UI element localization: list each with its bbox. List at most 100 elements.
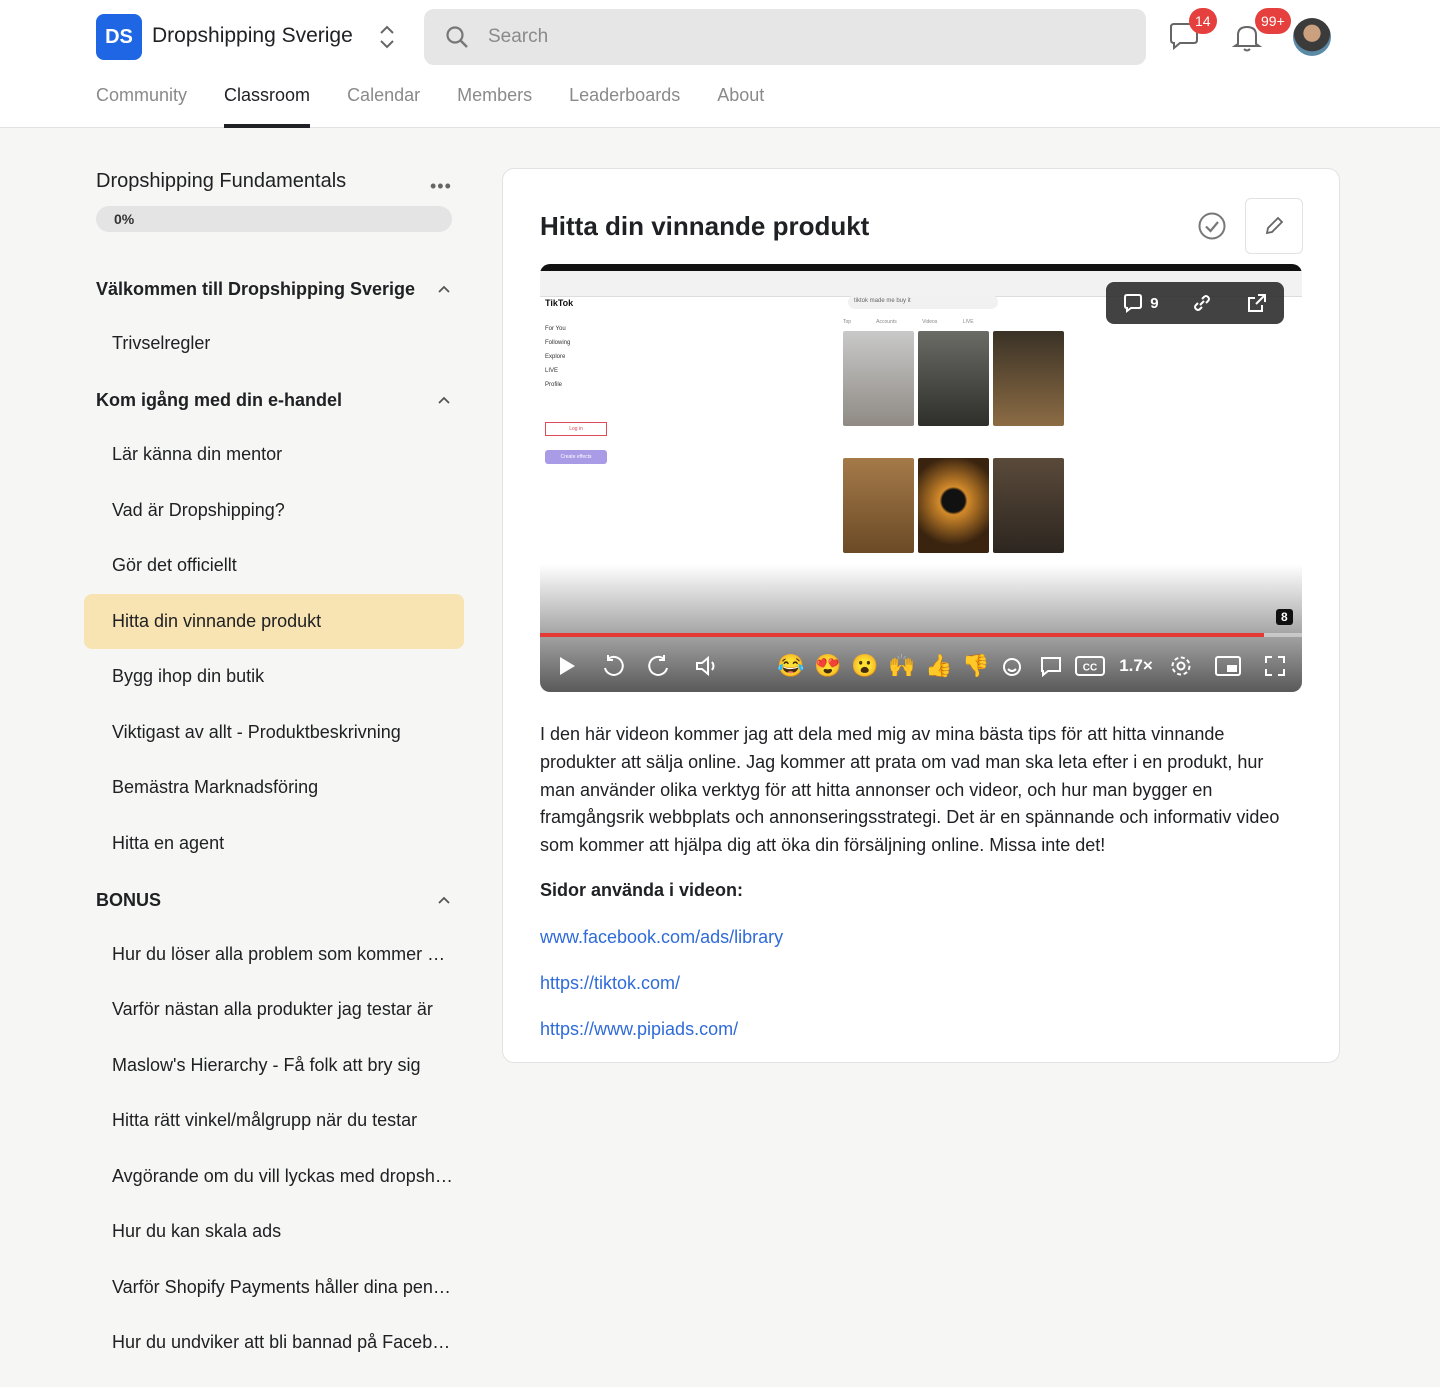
tab-classroom[interactable]: Classroom xyxy=(224,80,311,128)
user-avatar[interactable] xyxy=(1293,18,1331,56)
volume-button[interactable] xyxy=(692,648,722,684)
video-top-strip xyxy=(540,264,1302,271)
lesson-item[interactable]: Bygg ihop din butik xyxy=(84,649,464,704)
edit-button[interactable] xyxy=(1245,198,1303,254)
play-button[interactable] xyxy=(552,648,582,684)
resource-link[interactable]: https://www.pipiads.com/ xyxy=(540,1019,738,1040)
link-icon[interactable] xyxy=(1191,292,1213,314)
course-progress-label: 0% xyxy=(114,211,135,227)
comment-icon xyxy=(1041,657,1061,678)
lesson-title: Hitta din vinnande produkt xyxy=(540,211,870,241)
comment-count: 9 xyxy=(1150,294,1159,312)
lesson-item[interactable]: Hur du undviker att bli bannad på Facebo… xyxy=(84,1315,464,1370)
lesson-item[interactable]: Varför nästan alla produkter jag testar … xyxy=(84,982,464,1037)
video-thumbnail xyxy=(918,331,989,426)
chevron-up-icon[interactable] xyxy=(436,392,452,408)
lesson-item-active[interactable]: Hitta din vinnande produkt xyxy=(84,594,464,649)
cc-icon: CC xyxy=(1075,656,1105,676)
video-seek-progress xyxy=(540,633,1264,637)
group-switcher-icon[interactable] xyxy=(376,22,398,52)
tab-about[interactable]: About xyxy=(717,80,764,128)
tab-leaderboards[interactable]: Leaderboards xyxy=(569,80,680,128)
tab-community[interactable]: Community xyxy=(96,80,187,128)
lesson-label: Hur du undviker att bli bannad på Facebo… xyxy=(112,1332,454,1352)
lesson-item[interactable]: Vad är Dropshipping? xyxy=(84,483,464,538)
lesson-item[interactable]: Varför Shopify Payments håller dina peng… xyxy=(84,1260,464,1315)
settings-button[interactable] xyxy=(1166,648,1196,684)
lesson-description: I den här videon kommer jag att dela med… xyxy=(540,724,1280,856)
group-name[interactable]: Dropshipping Sverige xyxy=(152,24,353,48)
resource-link[interactable]: www.facebook.com/ads/library xyxy=(540,927,783,948)
comment-control[interactable] xyxy=(1036,648,1066,684)
lesson-item[interactable]: Avgörande om du vill lyckas med dropship… xyxy=(84,1149,464,1204)
tiktok-nav-item: Explore xyxy=(545,354,566,360)
group-logo[interactable]: DS xyxy=(96,14,142,60)
lesson-item[interactable]: Viktigast av allt - Produktbeskrivning xyxy=(84,705,464,760)
lesson-card: Hitta din vinnande produkt TikTok tiktok… xyxy=(502,168,1340,1063)
fullscreen-button[interactable] xyxy=(1260,648,1290,684)
lesson-item[interactable]: Hur du kan skala ads xyxy=(84,1204,464,1259)
reaction-raised-hands-icon[interactable]: 🙌 xyxy=(887,648,917,684)
add-reaction-icon[interactable] xyxy=(998,648,1028,684)
video-controls: 😂 😍 😮 🙌 👍 👎 CC 1.7× xyxy=(540,648,1302,684)
chevron-up-icon[interactable] xyxy=(436,892,452,908)
lesson-item[interactable]: Maslow's Hierarchy - Få folk att bry sig xyxy=(84,1038,464,1093)
tab-members[interactable]: Members xyxy=(457,80,532,128)
reaction-heart-eyes-icon[interactable]: 😍 xyxy=(813,648,843,684)
video-seek-bar[interactable] xyxy=(540,633,1302,637)
lesson-label: Avgörande om du vill lyckas med dropship… xyxy=(112,1166,454,1186)
external-link-icon[interactable] xyxy=(1246,292,1268,314)
play-icon xyxy=(560,657,575,675)
tiktok-effects: Create effects xyxy=(545,450,607,464)
comment-icon xyxy=(1124,294,1143,313)
mark-complete-icon[interactable] xyxy=(1197,211,1227,241)
chevron-up-icon[interactable] xyxy=(436,281,452,297)
captions-button[interactable]: CC xyxy=(1074,648,1106,684)
lesson-label: Hur du kan skala ads xyxy=(112,1221,282,1241)
lesson-item[interactable]: Gör det officiellt xyxy=(84,538,464,593)
lesson-item[interactable]: Trivselregler xyxy=(84,316,464,371)
section-header[interactable]: BONUS xyxy=(96,885,452,915)
reaction-thumbs-up-icon[interactable]: 👍 xyxy=(924,648,954,684)
top-header: DS Dropshipping Sverige 14 99+ Community… xyxy=(0,0,1440,128)
pip-button[interactable] xyxy=(1212,648,1244,684)
volume-icon xyxy=(696,655,715,677)
lesson-item[interactable]: Hur du löser alla problem som kommer upp xyxy=(84,927,464,982)
lesson-label: Bygg ihop din butik xyxy=(112,666,265,686)
main-nav: Community Classroom Calendar Members Lea… xyxy=(96,80,801,128)
resource-link[interactable]: https://tiktok.com/ xyxy=(540,973,680,994)
lesson-item[interactable]: Lär känna din mentor xyxy=(84,427,464,482)
pages-used-heading: Sidor använda i videon: xyxy=(540,880,744,900)
video-thumbnail xyxy=(993,458,1064,553)
lesson-label: Varför Shopify Payments håller dina peng… xyxy=(112,1277,454,1297)
rewind-button[interactable] xyxy=(598,648,628,684)
reaction-wow-icon[interactable]: 😮 xyxy=(850,648,880,684)
lesson-item[interactable]: Hitta rätt vinkel/målgrupp när du testar xyxy=(84,1093,464,1148)
notifications-badge: 99+ xyxy=(1255,8,1291,34)
tiktok-logo: TikTok xyxy=(545,298,574,308)
section-header[interactable]: Välkommen till Dropshipping Sverige xyxy=(96,274,452,304)
lesson-label: Bemästra Marknadsföring xyxy=(112,777,319,797)
lesson-label: Trivselregler xyxy=(112,333,211,353)
lesson-label: Hitta din vinnande produkt xyxy=(112,611,322,631)
video-thumbnail xyxy=(843,331,914,426)
forward-5-icon xyxy=(648,655,668,676)
emoji-add-icon xyxy=(1003,658,1021,676)
playback-speed[interactable]: 1.7× xyxy=(1116,648,1156,684)
course-menu-button[interactable]: ••• xyxy=(430,176,452,197)
search-bar[interactable] xyxy=(424,9,1146,65)
search-input[interactable] xyxy=(488,9,1128,65)
reaction-laugh-icon[interactable]: 😂 xyxy=(776,648,806,684)
forward-button[interactable] xyxy=(644,648,674,684)
picture-in-picture-icon xyxy=(1215,656,1241,676)
lesson-item[interactable]: Bemästra Marknadsföring xyxy=(84,760,464,815)
reaction-thumbs-down-icon[interactable]: 👎 xyxy=(961,648,991,684)
lesson-item[interactable]: Hitta en agent xyxy=(84,816,464,871)
video-player[interactable]: TikTok tiktok made me buy it For You Fol… xyxy=(540,264,1302,692)
rewind-5-icon xyxy=(604,655,624,676)
tab-calendar[interactable]: Calendar xyxy=(347,80,420,128)
comments-button[interactable]: 9 xyxy=(1122,292,1159,314)
tiktok-search: tiktok made me buy it xyxy=(848,295,998,309)
section-header[interactable]: Kom igång med din e-handel xyxy=(96,385,452,415)
course-progress-bar: 0% xyxy=(96,206,452,232)
